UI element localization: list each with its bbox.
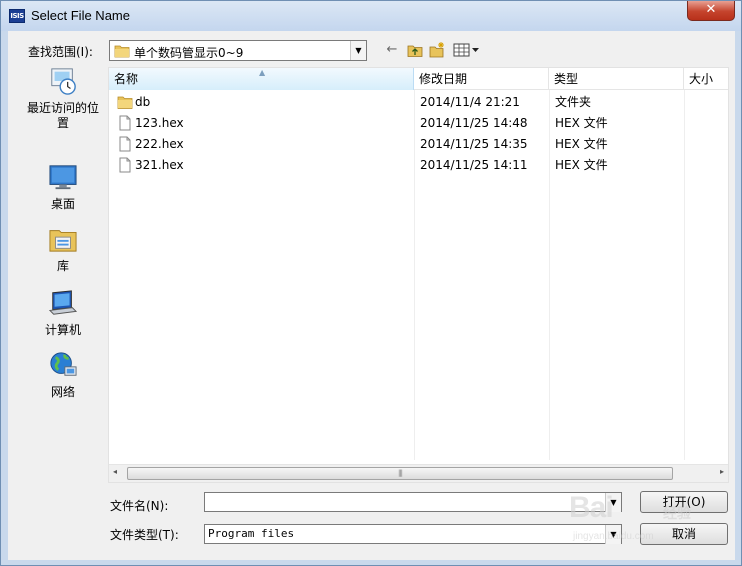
chevron-down-icon[interactable]: ▼ xyxy=(605,525,621,544)
column-header-type[interactable]: 类型 xyxy=(549,68,684,90)
column-headers: ▲ 名称 修改日期 类型 大小 xyxy=(109,68,728,90)
file-type: HEX 文件 xyxy=(555,116,608,130)
horizontal-scrollbar[interactable]: ◂ ||| ▸ xyxy=(109,464,728,482)
chevron-down-icon[interactable]: ▼ xyxy=(605,493,621,512)
file-icon xyxy=(119,157,131,173)
file-date: 2014/11/25 14:35 xyxy=(420,137,528,151)
network-icon xyxy=(50,352,77,376)
file-type-label: 文件类型(T): xyxy=(110,528,179,542)
chevron-down-icon[interactable]: ▼ xyxy=(350,41,366,60)
scrollbar-thumb[interactable]: ||| xyxy=(127,467,673,480)
place-label: 网络 xyxy=(50,385,75,399)
place-recent[interactable]: 最近访问的位置 xyxy=(18,67,108,131)
file-type: 文件夹 xyxy=(555,95,592,109)
place-desktop[interactable]: 桌面 xyxy=(18,163,108,212)
sort-ascending-icon: ▲ xyxy=(259,68,266,77)
scroll-right-icon[interactable]: ▸ xyxy=(720,467,724,476)
file-icon xyxy=(119,115,131,131)
file-type-selected: Program files xyxy=(208,527,295,540)
place-network[interactable]: 网络 xyxy=(18,351,108,400)
column-header-date[interactable]: 修改日期 xyxy=(414,68,549,90)
file-name: 123.hex xyxy=(135,116,184,130)
scroll-left-icon[interactable]: ◂ xyxy=(113,467,117,476)
title-bar[interactable]: ISIS Select File Name ✕ xyxy=(1,1,741,31)
file-icon xyxy=(119,136,131,152)
place-label: 计算机 xyxy=(44,323,81,337)
file-list[interactable]: ▲ 名称 修改日期 类型 大小 db 2014/11/4 21:21 文件夹 1… xyxy=(108,67,729,483)
current-folder-text: 单个数码管显示0~9 xyxy=(134,46,244,60)
folder-icon xyxy=(114,45,130,58)
libraries-icon xyxy=(49,230,77,252)
window-title: Select File Name xyxy=(31,8,130,23)
file-name-label: 文件名(N): xyxy=(110,499,169,513)
file-type: HEX 文件 xyxy=(555,158,608,172)
file-type-select[interactable]: Program files ▼ xyxy=(204,524,622,544)
column-header-name[interactable]: ▲ 名称 xyxy=(109,68,414,90)
file-row[interactable]: 222.hex 2014/11/25 14:35 HEX 文件 xyxy=(109,134,728,155)
dialog-body: 查找范围(I): 单个数码管显示0~9 ▼ ← 最近访问的位置 桌面 库 计算机… xyxy=(8,31,735,560)
back-button[interactable]: ← xyxy=(384,41,400,59)
column-label: 名称 xyxy=(114,72,139,86)
file-row[interactable]: 321.hex 2014/11/25 14:11 HEX 文件 xyxy=(109,155,728,176)
look-in-label: 查找范围(I): xyxy=(28,45,93,59)
open-button[interactable]: 打开(O) xyxy=(640,491,728,513)
look-in-dropdown[interactable]: 单个数码管显示0~9 ▼ xyxy=(109,40,367,61)
desktop-icon xyxy=(49,165,77,190)
dialog-window: ISIS Select File Name ✕ 查找范围(I): 单个数码管显示… xyxy=(0,0,742,566)
place-label: 桌面 xyxy=(50,197,75,211)
file-date: 2014/11/25 14:48 xyxy=(420,116,528,130)
file-type: HEX 文件 xyxy=(555,137,608,151)
places-bar: 最近访问的位置 桌面 库 计算机 网络 xyxy=(18,67,108,467)
file-name-combobox[interactable]: ▼ xyxy=(204,492,622,512)
place-computer[interactable]: 计算机 xyxy=(18,289,108,338)
file-name: 222.hex xyxy=(135,137,184,151)
app-logo-icon: ISIS xyxy=(9,9,25,23)
view-menu-icon[interactable] xyxy=(452,41,480,59)
cancel-button[interactable]: 取消 xyxy=(640,523,728,545)
file-row[interactable]: db 2014/11/4 21:21 文件夹 xyxy=(109,92,728,113)
computer-icon xyxy=(48,290,78,315)
up-folder-icon[interactable] xyxy=(406,41,424,59)
file-name-input[interactable] xyxy=(207,494,603,510)
folder-icon xyxy=(117,96,133,109)
close-button[interactable]: ✕ xyxy=(687,1,735,21)
place-label: 最近访问的位置 xyxy=(26,101,99,130)
file-row[interactable]: 123.hex 2014/11/25 14:48 HEX 文件 xyxy=(109,113,728,134)
column-header-size[interactable]: 大小 xyxy=(684,68,728,90)
file-date: 2014/11/4 21:21 xyxy=(420,95,520,109)
file-date: 2014/11/25 14:11 xyxy=(420,158,528,172)
file-name: db xyxy=(135,95,151,109)
recent-places-icon xyxy=(51,68,76,95)
place-libraries[interactable]: 库 xyxy=(18,225,108,274)
place-label: 库 xyxy=(56,259,69,273)
new-folder-icon[interactable] xyxy=(428,41,446,59)
file-name: 321.hex xyxy=(135,158,184,172)
